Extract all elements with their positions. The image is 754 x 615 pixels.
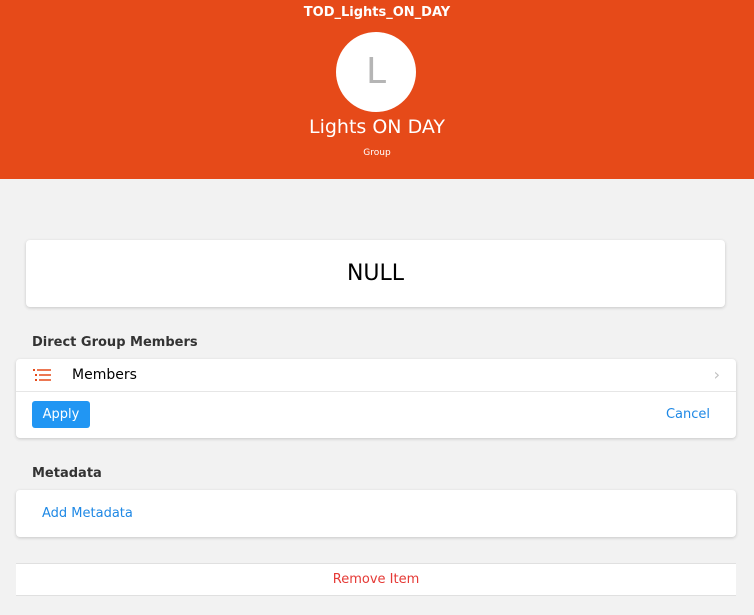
apply-button[interactable]: Apply — [32, 401, 90, 428]
state-value: NULL — [346, 261, 405, 286]
item-header: TOD_Lights_ON_DAY L Lights ON DAY Group — [0, 0, 754, 179]
chevron-right-icon: › — [713, 365, 720, 384]
remove-item-button[interactable]: Remove Item — [16, 564, 736, 595]
list-icon — [33, 369, 51, 381]
avatar: L — [336, 32, 416, 112]
item-name: Lights ON DAY — [309, 116, 445, 138]
remove-item-row[interactable]: Remove Item — [16, 563, 736, 596]
cancel-button[interactable]: Cancel — [666, 401, 710, 428]
direct-group-members-heading: Direct Group Members — [32, 335, 198, 350]
members-label: Members — [72, 367, 137, 383]
metadata-card: Add Metadata — [16, 490, 736, 537]
members-row[interactable]: Members › — [16, 359, 736, 392]
item-type: Group — [363, 148, 391, 158]
metadata-heading: Metadata — [32, 466, 102, 481]
state-card: NULL — [26, 240, 725, 307]
window-title: TOD_Lights_ON_DAY — [303, 5, 451, 20]
members-card: Members › Apply Cancel — [16, 359, 736, 438]
add-metadata-link[interactable]: Add Metadata — [42, 490, 133, 537]
